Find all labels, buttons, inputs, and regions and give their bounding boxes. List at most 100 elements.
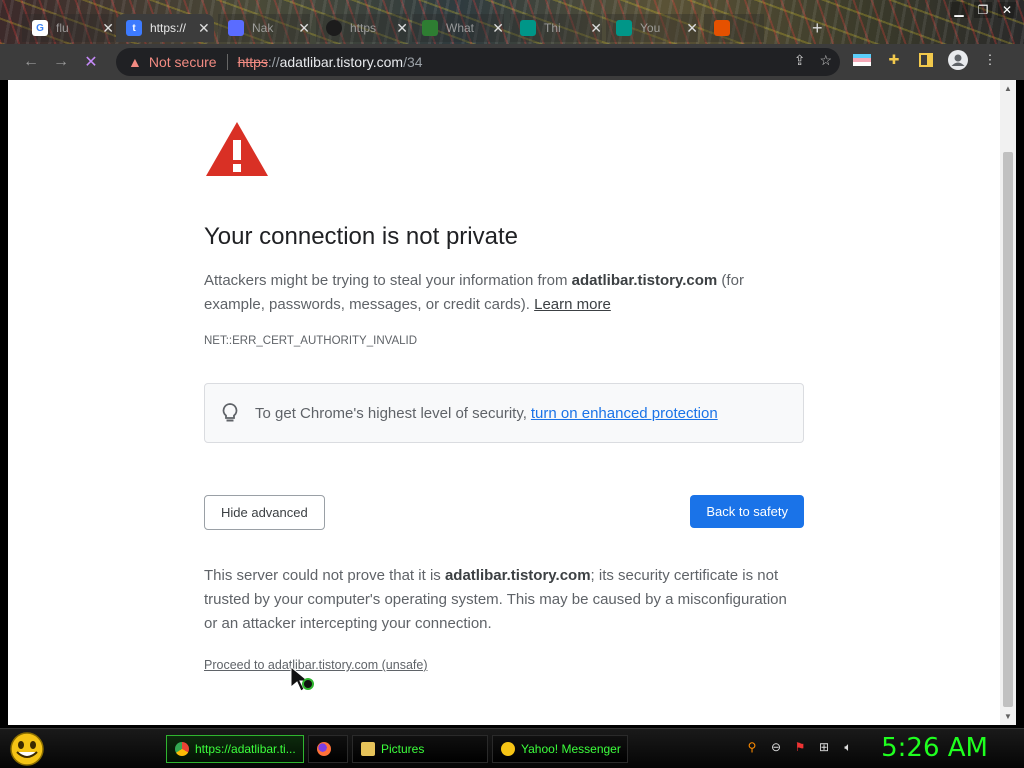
- taskbar-clock[interactable]: 5:26 AM: [881, 733, 988, 763]
- network-icon[interactable]: ⊞: [816, 739, 832, 755]
- intro-text-start: Attackers might be trying to steal your …: [204, 272, 572, 289]
- messenger-smiley-icon: [501, 742, 515, 756]
- intro-text: Attackers might be trying to steal your …: [204, 269, 804, 317]
- tab-6[interactable]: You ✕: [606, 14, 698, 42]
- url-host: adatlibar.tistory.com: [279, 54, 404, 70]
- omnibox-actions: ⇪ ☆: [794, 52, 832, 69]
- chrome-icon: [175, 742, 189, 756]
- taskbar-item-label: https://adatlibar.ti...: [195, 742, 296, 756]
- security-status[interactable]: Not secure: [149, 54, 217, 70]
- profile-flag-icon[interactable]: [852, 50, 872, 70]
- details-domain: adatlibar.tistory.com: [444, 567, 591, 584]
- enhanced-protection-box: To get Chrome's highest level of securit…: [204, 383, 804, 443]
- google-icon: G: [32, 20, 48, 36]
- close-tab-icon[interactable]: ✕: [686, 20, 698, 37]
- maximize-icon[interactable]: ❐: [974, 2, 992, 18]
- tab-2[interactable]: Nak ✕: [218, 14, 310, 42]
- tab-label: https: [350, 21, 377, 35]
- profile-avatar-icon[interactable]: [948, 50, 968, 70]
- tab-0[interactable]: G flu ✕: [22, 14, 114, 42]
- site-icon: [520, 20, 536, 36]
- scrollbar-thumb[interactable]: [1003, 152, 1013, 707]
- forward-icon[interactable]: →: [46, 47, 76, 77]
- window-controls: ▁ ❐ ✕: [950, 2, 1016, 18]
- extensions-puzzle-icon[interactable]: ✚: [884, 50, 904, 70]
- error-code[interactable]: NET::ERR_CERT_AUTHORITY_INVALID: [204, 335, 804, 347]
- tab-5[interactable]: Thi ✕: [510, 14, 602, 42]
- new-tab-icon[interactable]: +: [812, 18, 823, 39]
- minimize-icon[interactable]: ▁: [950, 2, 968, 18]
- github-icon: [326, 20, 342, 36]
- address-bar[interactable]: ▲ Not secure https :// adatlibar.tistory…: [116, 48, 840, 76]
- start-button-smiley-icon[interactable]: [8, 731, 46, 767]
- tab-label: What: [446, 21, 475, 35]
- details-text-start: This server could not prove that it is: [204, 567, 445, 584]
- tab-label: https://: [150, 21, 187, 35]
- taskbar-item-label: Pictures: [381, 742, 425, 756]
- close-window-icon[interactable]: ✕: [998, 2, 1016, 18]
- volume-icon[interactable]: 🔈︎: [840, 739, 856, 755]
- divider: [226, 54, 228, 70]
- tab-label: You: [640, 21, 661, 35]
- taskbar-item-firefox[interactable]: [308, 735, 348, 763]
- site-icon: [714, 20, 730, 36]
- danger-warning-icon: [206, 122, 268, 176]
- search-icon[interactable]: ⚲: [744, 739, 760, 755]
- back-icon[interactable]: ←: [16, 47, 46, 77]
- taskbar-item-chrome[interactable]: https://adatlibar.ti...: [166, 735, 304, 763]
- intro-domain: adatlibar.tistory.com: [571, 272, 718, 289]
- menu-kebab-icon[interactable]: ⋮: [980, 50, 1000, 70]
- scroll-up-arrow-icon[interactable]: ▲: [1004, 84, 1012, 93]
- back-to-safety-button[interactable]: Back to safety: [690, 495, 804, 528]
- bookmark-star-icon[interactable]: ☆: [819, 52, 832, 69]
- scroll-down-arrow-icon[interactable]: ▼: [1004, 712, 1012, 721]
- vertical-scrollbar[interactable]: ▲ ▼: [1000, 80, 1016, 725]
- url-separator: ://: [267, 54, 280, 70]
- page-icon: [422, 20, 438, 36]
- side-panel-icon[interactable]: [916, 50, 936, 70]
- folder-icon: [361, 742, 375, 756]
- warning-triangle-icon[interactable]: ▲: [128, 54, 142, 70]
- tab-strip: G flu ✕ t https:// ✕ Nak ✕ https ✕ What …: [0, 0, 1024, 44]
- url-scheme: https: [237, 54, 268, 70]
- taskbar-item-pictures[interactable]: Pictures: [352, 735, 488, 763]
- close-tab-icon[interactable]: ✕: [492, 20, 504, 37]
- learn-more-link[interactable]: Learn more: [534, 296, 611, 313]
- enhanced-protection-text: To get Chrome's highest level of securit…: [255, 404, 527, 422]
- page-title: Your connection is not private: [204, 223, 518, 250]
- taskbar-item-yahoo-messenger[interactable]: Yahoo! Messenger: [492, 735, 628, 763]
- close-tab-icon[interactable]: ✕: [396, 20, 408, 37]
- messenger-status-icon[interactable]: ⊖: [768, 739, 784, 755]
- tab-7[interactable]: [704, 14, 764, 42]
- url-path: /34: [403, 54, 423, 70]
- tab-1-active[interactable]: t https:// ✕: [116, 14, 214, 42]
- tab-label: flu: [56, 21, 69, 35]
- page-icon: [228, 20, 244, 36]
- hide-advanced-button[interactable]: Hide advanced: [204, 495, 325, 530]
- button-row: Hide advanced Back to safety: [204, 495, 804, 530]
- enhanced-protection-link[interactable]: turn on enhanced protection: [531, 405, 718, 422]
- close-tab-icon[interactable]: ✕: [198, 20, 210, 37]
- browser-toolbar: ← → ✕ ▲ Not secure https :// adatlibar.t…: [0, 44, 1024, 80]
- extensions-area: ✚ ⋮: [852, 50, 1000, 70]
- taskbar: https://adatlibar.ti... Pictures Yahoo! …: [0, 728, 1024, 768]
- close-tab-icon[interactable]: ✕: [102, 20, 114, 37]
- lightbulb-icon: [222, 403, 238, 422]
- close-tab-icon[interactable]: ✕: [298, 20, 310, 37]
- system-tray: ⚲ ⊖ ⚑ ⊞ 🔈︎: [744, 739, 856, 755]
- action-center-flag-icon[interactable]: ⚑: [792, 739, 808, 755]
- tistory-icon: t: [126, 20, 142, 36]
- tab-label: Thi: [544, 21, 561, 35]
- firefox-icon: [317, 742, 331, 756]
- site-icon: [616, 20, 632, 36]
- browser-chrome: G flu ✕ t https:// ✕ Nak ✕ https ✕ What …: [0, 0, 1024, 80]
- stop-loading-icon[interactable]: ✕: [76, 47, 106, 77]
- tab-3[interactable]: https ✕: [316, 14, 408, 42]
- tab-label: Nak: [252, 21, 274, 35]
- close-tab-icon[interactable]: ✕: [590, 20, 602, 37]
- share-icon[interactable]: ⇪: [794, 52, 806, 69]
- mouse-cursor-icon: [290, 665, 314, 692]
- interstitial-content: Your connection is not private Attackers…: [204, 120, 804, 674]
- taskbar-item-label: Yahoo! Messenger: [521, 742, 621, 756]
- tab-4[interactable]: What ✕: [412, 14, 504, 42]
